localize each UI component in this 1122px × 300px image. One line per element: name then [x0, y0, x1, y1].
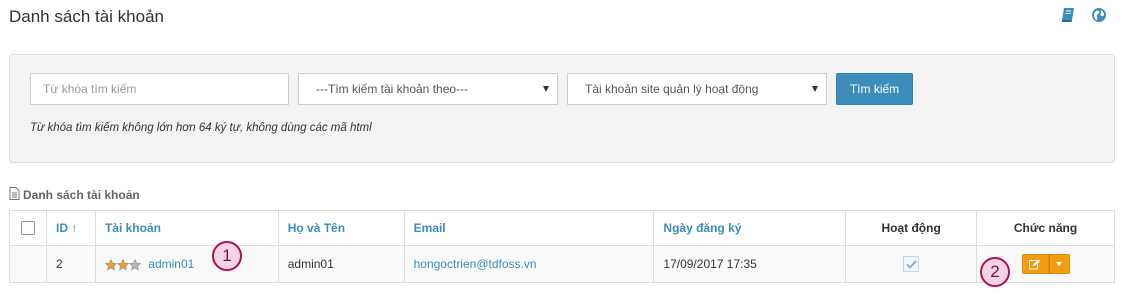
chevron-down-icon	[543, 86, 549, 92]
top-icons	[1059, 6, 1108, 24]
cell-id: 2	[45, 245, 96, 283]
cell-registered: 17/09/2017 17:35	[653, 245, 847, 283]
page-title: Danh sách tài khoản	[9, 7, 164, 26]
edit-button[interactable]	[1021, 254, 1049, 274]
active-check-icon[interactable]	[903, 256, 920, 272]
search-by-selected-value: ---Tìm kiếm tài khoản theo---	[316, 82, 469, 96]
search-hint: Từ khóa tìm kiếm không lớn hơn 64 ký tự,…	[30, 122, 372, 134]
account-link[interactable]: admin01	[148, 257, 194, 271]
select-all-cell	[9, 210, 47, 246]
cell-account: admin01	[94, 245, 279, 283]
action-button-group	[1021, 254, 1070, 274]
table-row: 2 admin01 admin01 hongoctrien@tdfoss.vn …	[9, 245, 1115, 283]
cell-fullname: admin01	[277, 245, 405, 283]
site-filter-selected-value: Tài khoản site quản lý hoạt động	[585, 82, 759, 96]
search-input[interactable]	[30, 73, 289, 105]
cell-email: hongoctrien@tdfoss.vn	[403, 245, 655, 283]
column-header-active: Hoạt động	[845, 210, 978, 246]
actions-dropdown-button[interactable]	[1048, 254, 1070, 274]
column-header-registered[interactable]: Ngày đăng ký	[653, 210, 847, 246]
table-header-row: ID ↑ Tài khoản Họ và Tên Email Ngày đăng…	[9, 210, 1115, 246]
site-filter-select[interactable]: Tài khoản site quản lý hoạt động	[567, 73, 827, 105]
rank-stars	[104, 258, 141, 271]
email-link[interactable]: hongoctrien@tdfoss.vn	[414, 257, 537, 271]
column-header-email[interactable]: Email	[403, 210, 655, 246]
search-button[interactable]: Tìm kiếm	[836, 73, 913, 105]
document-icon	[9, 187, 20, 203]
search-by-select[interactable]: ---Tìm kiếm tài khoản theo---	[298, 73, 558, 105]
row-select-cell	[9, 245, 47, 283]
search-panel: ---Tìm kiếm tài khoản theo--- Tài khoản …	[9, 54, 1115, 163]
annotation-marker-2: 2	[980, 257, 1010, 287]
star-icon	[128, 258, 141, 271]
section-title-label: Danh sách tài khoản	[23, 188, 140, 202]
column-header-actions: Chức năng	[976, 210, 1115, 246]
caret-down-icon	[1056, 262, 1063, 266]
column-header-account[interactable]: Tài khoản	[94, 210, 279, 246]
accounts-table: ID ↑ Tài khoản Họ và Tên Email Ngày đăng…	[9, 210, 1115, 283]
section-title: Danh sách tài khoản	[9, 187, 140, 203]
star-icon	[104, 258, 117, 271]
cell-active	[845, 245, 978, 283]
book-icon[interactable]	[1059, 6, 1077, 24]
globe-icon[interactable]	[1090, 6, 1108, 24]
annotation-marker-1: 1	[212, 241, 242, 271]
select-all-checkbox[interactable]	[20, 221, 35, 236]
star-icon	[116, 258, 129, 271]
column-header-fullname[interactable]: Họ và Tên	[277, 210, 405, 246]
edit-icon	[1029, 259, 1041, 269]
chevron-down-icon	[812, 86, 818, 92]
column-header-id[interactable]: ID ↑	[45, 210, 96, 246]
